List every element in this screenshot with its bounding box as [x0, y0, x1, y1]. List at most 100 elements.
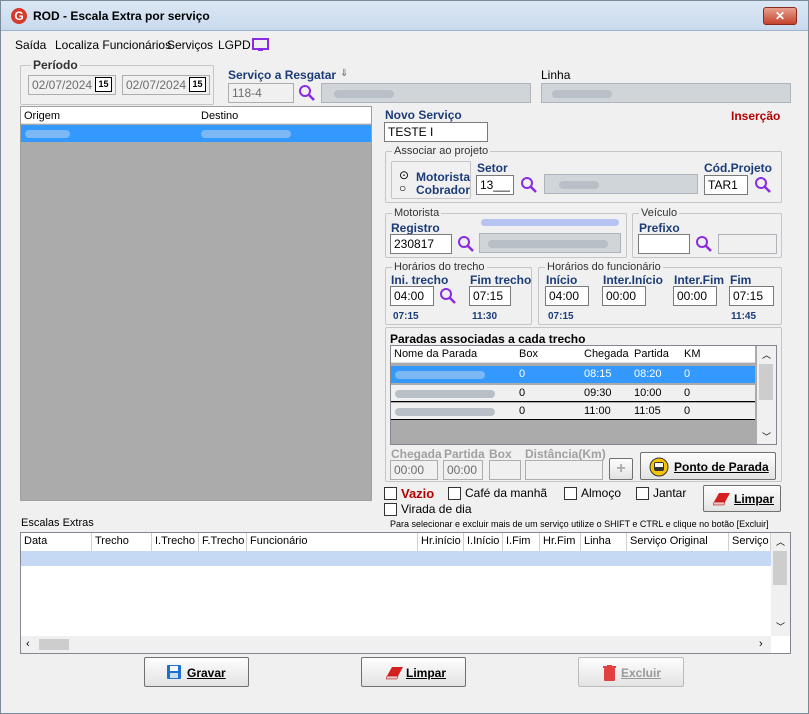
- th-servico[interactable]: Serviço: [729, 533, 771, 551]
- th-nome-parada: Nome da Parada: [394, 348, 478, 360]
- th-servico-original[interactable]: Serviço Original: [627, 533, 729, 551]
- parada-chegada-input[interactable]: [390, 460, 438, 480]
- setor-input[interactable]: [476, 175, 514, 195]
- th-f-trecho[interactable]: F.Trecho: [199, 533, 247, 551]
- prefixo-input[interactable]: [638, 234, 690, 254]
- th-trecho[interactable]: Trecho: [92, 533, 152, 551]
- scroll-right-icon[interactable]: ›: [759, 638, 763, 650]
- gravar-button[interactable]: Gravar: [144, 657, 249, 687]
- jantar-label[interactable]: Jantar: [653, 486, 686, 500]
- row-chegada: 11:00: [584, 405, 611, 417]
- th-linha[interactable]: Linha: [581, 533, 627, 551]
- fim-input[interactable]: [729, 286, 774, 306]
- origem-destino-list[interactable]: Origem Destino: [20, 106, 372, 501]
- h-scroll-thumb[interactable]: [39, 639, 69, 650]
- inter-inicio-input[interactable]: [602, 286, 646, 306]
- box-label: Box: [489, 447, 512, 461]
- ponto-parada-button[interactable]: Ponto de Parada: [640, 452, 776, 480]
- scroll-thumb[interactable]: [759, 364, 773, 400]
- scroll-down-icon[interactable]: ﹀: [776, 620, 785, 633]
- radio-cobrador[interactable]: ○: [399, 181, 406, 195]
- fim-trecho-input[interactable]: [469, 286, 511, 306]
- escalas-table[interactable]: Data Trecho I.Trecho F.Trecho Funcionári…: [20, 532, 791, 654]
- search-icon[interactable]: [298, 84, 316, 102]
- scroll-left-icon[interactable]: ‹: [26, 638, 30, 650]
- table-row[interactable]: [21, 551, 771, 566]
- th-data[interactable]: Data: [21, 533, 92, 551]
- veiculo-search-icon[interactable]: [695, 235, 713, 253]
- th-km: KM: [684, 348, 701, 360]
- th-hr-inicio[interactable]: Hr.início: [418, 533, 464, 551]
- cafe-checkbox[interactable]: [448, 487, 461, 500]
- servico-description-field: [321, 83, 531, 103]
- scroll-up-icon[interactable]: ︿: [776, 535, 785, 548]
- th-i-inicio[interactable]: I.Início: [464, 533, 503, 551]
- partida-label: Partida: [444, 447, 485, 461]
- radio-motorista[interactable]: ⊙: [399, 168, 409, 182]
- fim-trecho-sub: 11:30: [472, 311, 498, 322]
- paradas-table[interactable]: Nome da Parada Box Chegada Partida KM 0 …: [390, 345, 777, 445]
- escalas-h-scrollbar[interactable]: ‹ ›: [21, 636, 771, 653]
- horarios-trecho-label: Horários do trecho: [392, 261, 487, 273]
- th-funcionario[interactable]: Funcionário: [247, 533, 418, 551]
- ini-trecho-input[interactable]: [390, 286, 434, 306]
- calendar-from-icon[interactable]: 15: [95, 77, 112, 92]
- monitor-icon[interactable]: [252, 38, 269, 52]
- escalas-v-scrollbar[interactable]: ︿ ﹀: [771, 533, 790, 636]
- calendar-to-icon[interactable]: 15: [189, 77, 206, 92]
- menu-saida[interactable]: Saída: [15, 38, 46, 52]
- motorista-search-icon[interactable]: [457, 235, 475, 253]
- add-parada-button[interactable]: +: [609, 458, 633, 480]
- table-row[interactable]: 0 08:15 08:20 0: [391, 366, 755, 383]
- menu-lgpd[interactable]: LGPD: [218, 38, 251, 52]
- cafe-label[interactable]: Café da manhã: [465, 486, 547, 500]
- parada-distancia-input[interactable]: [525, 460, 603, 480]
- row-box: 0: [519, 405, 526, 417]
- vazio-label[interactable]: Vazio: [401, 486, 434, 501]
- excluir-button[interactable]: Excluir: [578, 657, 684, 687]
- veiculo-label: Veículo: [639, 207, 680, 219]
- menu-servicos[interactable]: Serviços: [167, 38, 213, 52]
- novo-servico-input[interactable]: [384, 122, 488, 142]
- virada-checkbox[interactable]: [384, 503, 397, 516]
- parada-partida-input[interactable]: [443, 460, 483, 480]
- th-hr-fim[interactable]: Hr.Fim: [540, 533, 581, 551]
- limpar-paradas-button[interactable]: Limpar: [703, 485, 781, 512]
- row-km: 0: [684, 387, 691, 399]
- th-i-trecho[interactable]: I.Trecho: [152, 533, 199, 551]
- jantar-checkbox[interactable]: [636, 487, 649, 500]
- table-row[interactable]: 0 11:00 11:05 0: [391, 403, 755, 420]
- cod-projeto-input[interactable]: [704, 175, 748, 195]
- motorista-name-field: [479, 233, 621, 253]
- th-i-fim[interactable]: I.Fim: [503, 533, 540, 551]
- radio-cobrador-label[interactable]: Cobrador: [416, 183, 470, 197]
- trecho-search-icon[interactable]: [439, 287, 457, 305]
- row-partida: 11:05: [634, 405, 661, 417]
- inter-fim-input[interactable]: [673, 286, 717, 306]
- registro-input[interactable]: [390, 234, 452, 254]
- paradas-scrollbar[interactable]: ︿ ﹀: [757, 346, 776, 444]
- almoco-label[interactable]: Almoço: [581, 486, 621, 500]
- scroll-up-icon[interactable]: ︿: [762, 348, 771, 361]
- list-item-selected[interactable]: [21, 125, 371, 142]
- table-row[interactable]: 0 09:30 10:00 0: [391, 385, 755, 402]
- escalas-label: Escalas Extras: [21, 517, 94, 529]
- menu-localiza-funcionarios[interactable]: Localiza Funcionários: [55, 38, 171, 52]
- inter-inicio-label: Inter.Início: [603, 273, 664, 287]
- limpar-button[interactable]: Limpar: [361, 657, 466, 687]
- virada-label[interactable]: Virada de dia: [401, 502, 472, 516]
- limpar-label: Limpar: [406, 666, 447, 680]
- servico-resgatar-input[interactable]: [228, 83, 294, 103]
- radio-motorista-label[interactable]: Motorista: [416, 170, 470, 184]
- inicio-input[interactable]: [545, 286, 589, 306]
- projeto-search-icon[interactable]: [754, 176, 772, 194]
- scroll-thumb[interactable]: [773, 551, 787, 585]
- vazio-checkbox[interactable]: [384, 487, 397, 500]
- parada-box-input[interactable]: [489, 460, 521, 480]
- close-button[interactable]: ✕: [763, 7, 797, 25]
- scroll-down-icon[interactable]: ﹀: [762, 430, 771, 443]
- setor-search-icon[interactable]: [520, 176, 538, 194]
- almoco-checkbox[interactable]: [564, 487, 577, 500]
- row-partida: 08:20: [634, 368, 662, 380]
- col-destino: Destino: [201, 110, 239, 122]
